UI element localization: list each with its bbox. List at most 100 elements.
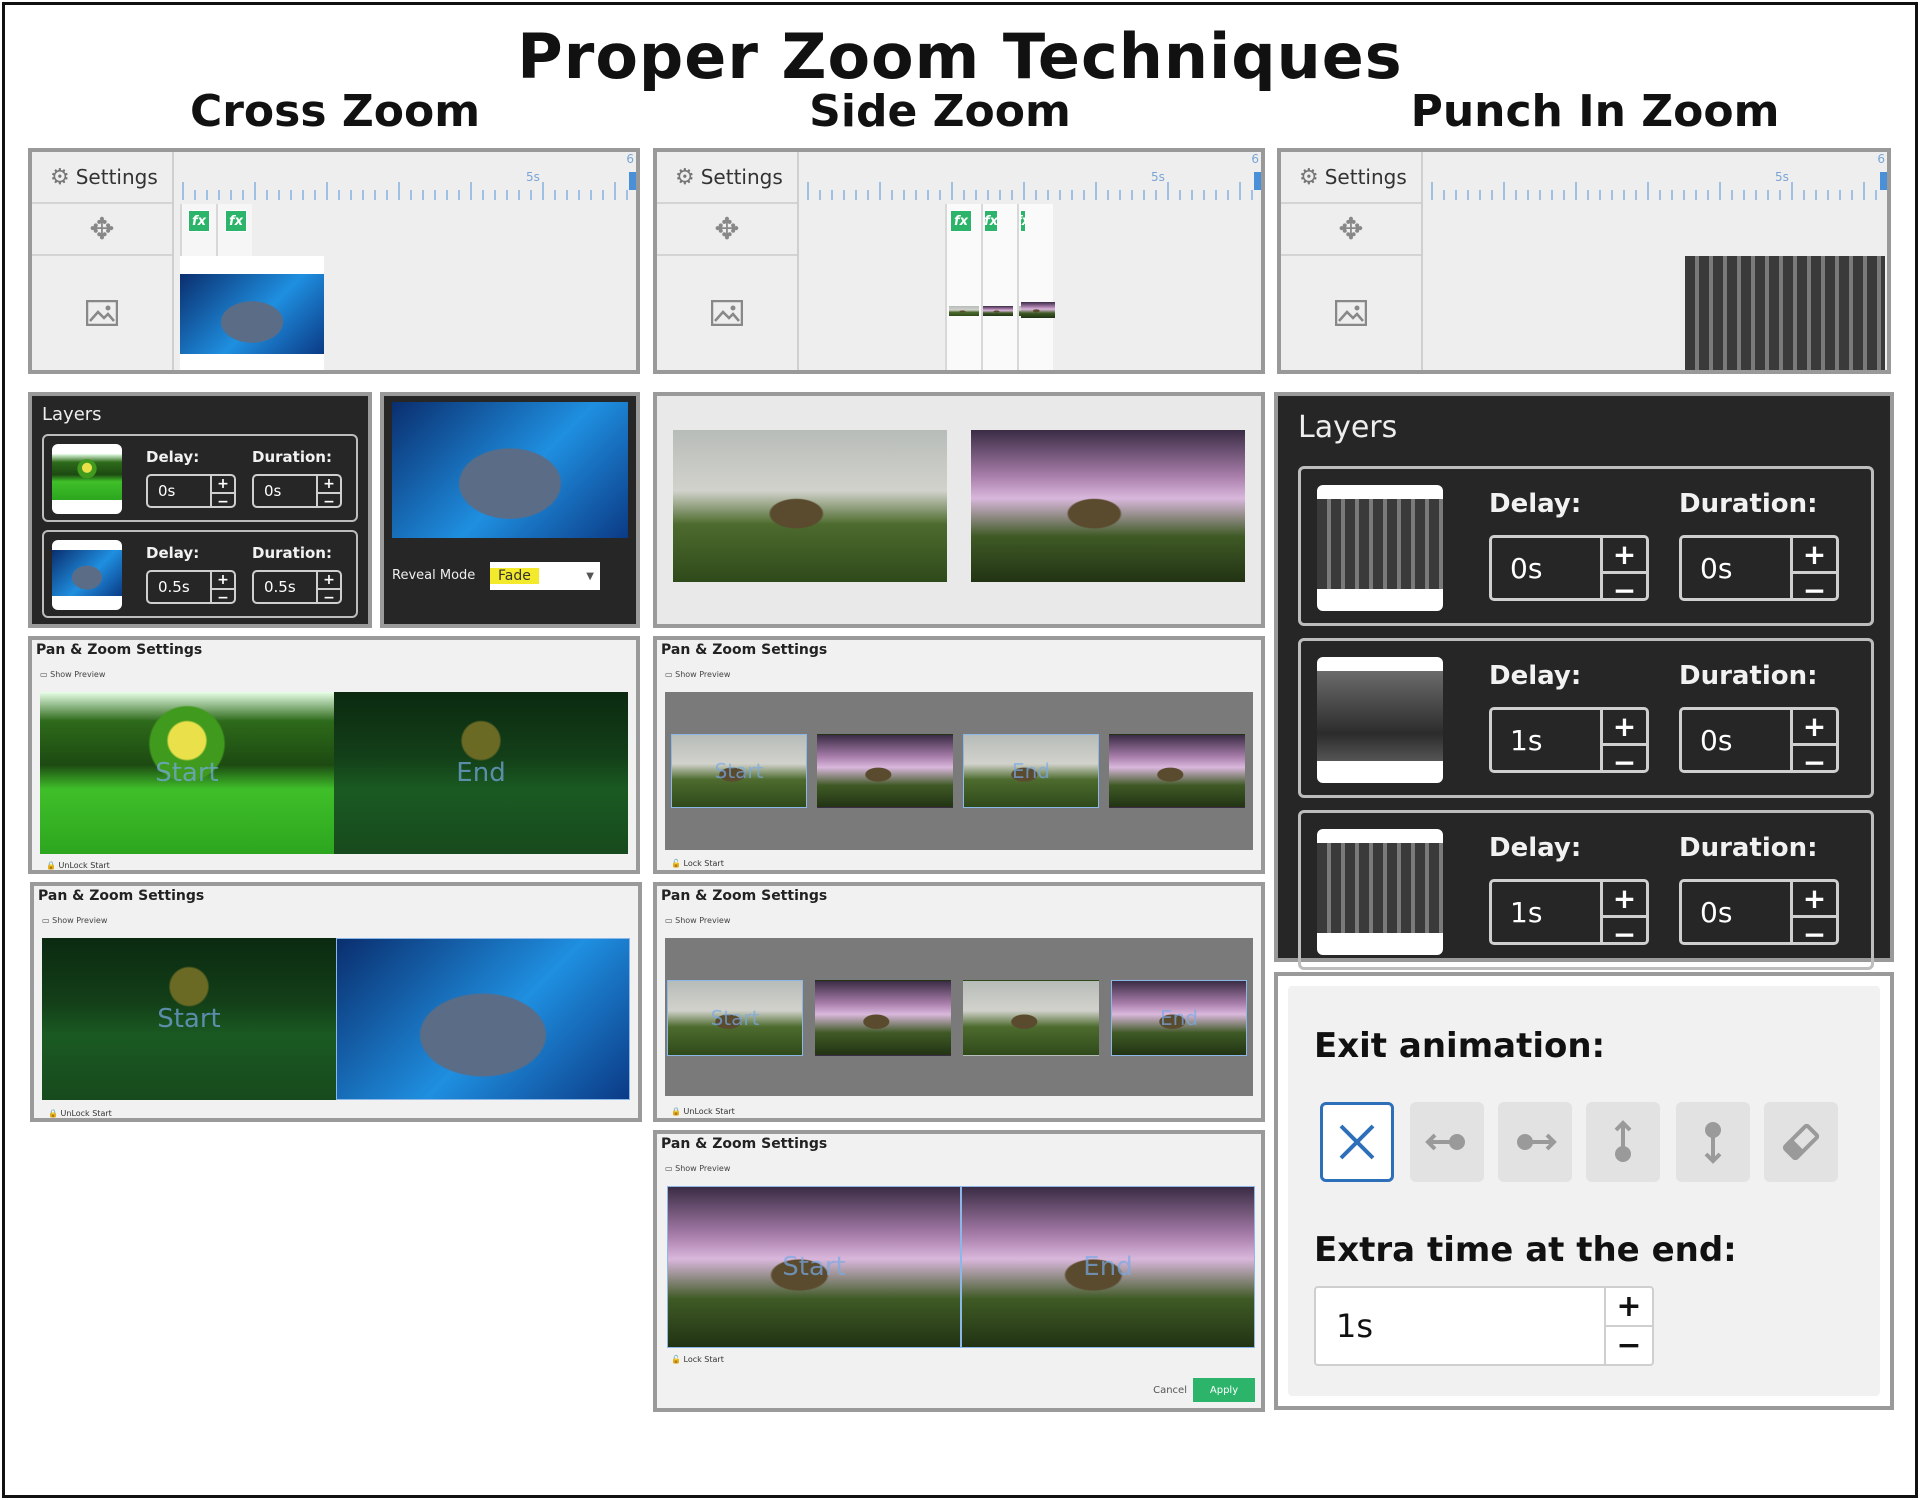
show-preview-toggle[interactable]: ▭ Show Preview: [665, 916, 730, 925]
end-frame[interactable]: End: [963, 734, 1099, 808]
layer-thumbnail[interactable]: [52, 540, 122, 610]
plus-button[interactable]: +: [1793, 710, 1836, 743]
unlock-start-button[interactable]: 🔒 UnLock Start: [48, 1109, 112, 1118]
fx-button[interactable]: fx: [188, 210, 210, 232]
minus-button[interactable]: −: [318, 492, 340, 510]
timeline-image-clip[interactable]: [949, 306, 979, 316]
minus-button[interactable]: −: [212, 492, 234, 510]
plus-button[interactable]: +: [1793, 882, 1836, 915]
duration-stepper[interactable]: 0s + −: [1679, 535, 1839, 607]
layer-row[interactable]: Delay: Duration: 0.5s + − 0.5s + −: [42, 530, 358, 618]
minus-button[interactable]: −: [1603, 915, 1646, 951]
slide-down-icon[interactable]: [1676, 1102, 1750, 1182]
cancel-button[interactable]: Cancel: [1153, 1385, 1187, 1396]
show-preview-toggle[interactable]: ▭ Show Preview: [42, 916, 107, 925]
start-frame[interactable]: Start: [667, 1186, 961, 1348]
delay-stepper[interactable]: 0.5s + −: [146, 570, 236, 606]
settings-button[interactable]: ⚙ Settings: [657, 152, 797, 204]
timeline-image-clip[interactable]: [180, 274, 324, 354]
fx-button[interactable]: fx: [984, 210, 998, 232]
duration-stepper[interactable]: 0s + −: [1679, 879, 1839, 951]
playhead-end[interactable]: [1254, 172, 1261, 190]
none-icon[interactable]: [1320, 1102, 1394, 1182]
scene-thumbnail[interactable]: [817, 734, 953, 808]
minus-button[interactable]: −: [1793, 571, 1836, 607]
fx-button[interactable]: fx: [225, 210, 247, 232]
lock-start-button[interactable]: 🔓 Lock Start: [671, 859, 724, 868]
show-preview-toggle[interactable]: ▭ Show Preview: [665, 670, 730, 679]
duration-stepper[interactable]: 0.5s + −: [252, 570, 342, 606]
minus-button[interactable]: −: [1793, 915, 1836, 951]
minus-button[interactable]: −: [1603, 743, 1646, 779]
show-preview-toggle[interactable]: ▭ Show Preview: [665, 1164, 730, 1173]
layer-row[interactable]: Delay: Duration: 0s + − 0s + −: [42, 434, 358, 522]
layer-thumbnail[interactable]: [1317, 829, 1443, 955]
move-icon[interactable]: ✥: [1281, 204, 1421, 256]
layer-row[interactable]: Delay: Duration: 0s + − 0s + −: [1298, 466, 1874, 626]
start-frame[interactable]: Start: [40, 692, 334, 854]
layer-thumbnail[interactable]: [1317, 485, 1443, 611]
scene-thumbnail[interactable]: [1109, 734, 1245, 808]
layer-row[interactable]: Delay: Duration: 1s + − 0s + −: [1298, 810, 1874, 970]
settings-button[interactable]: ⚙ Settings: [1281, 152, 1421, 204]
unlock-start-button[interactable]: 🔒 UnLock Start: [46, 861, 110, 870]
plus-button[interactable]: +: [1606, 1288, 1652, 1325]
settings-button[interactable]: ⚙ Settings: [32, 152, 172, 204]
move-icon[interactable]: ✥: [32, 204, 172, 256]
duration-stepper[interactable]: 0s + −: [252, 474, 342, 510]
minus-button[interactable]: −: [318, 588, 340, 606]
plus-button[interactable]: +: [212, 476, 234, 492]
fx-button[interactable]: fx: [950, 210, 972, 232]
playhead-end[interactable]: [629, 172, 636, 190]
delay-stepper[interactable]: 0s + −: [1489, 535, 1649, 607]
minus-button[interactable]: −: [1793, 743, 1836, 779]
minus-button[interactable]: −: [1603, 571, 1646, 607]
delay-stepper[interactable]: 1s + −: [1489, 707, 1649, 779]
fx-button[interactable]: fx: [1020, 210, 1026, 232]
plus-button[interactable]: +: [1603, 538, 1646, 571]
eraser-icon[interactable]: [1764, 1102, 1838, 1182]
unlock-start-button[interactable]: 🔒 UnLock Start: [671, 1107, 735, 1116]
move-icon[interactable]: ✥: [657, 204, 797, 256]
delay-stepper[interactable]: 1s + −: [1489, 879, 1649, 951]
end-frame[interactable]: End: [334, 692, 628, 854]
duration-stepper[interactable]: 0s + −: [1679, 707, 1839, 779]
extra-time-stepper[interactable]: 1s + −: [1314, 1286, 1654, 1366]
reveal-mode-select[interactable]: Fade ▼: [490, 562, 600, 590]
plus-button[interactable]: +: [212, 572, 234, 588]
plus-button[interactable]: +: [318, 476, 340, 492]
timeline-image-clip[interactable]: [983, 306, 1013, 316]
end-frame[interactable]: End: [1111, 980, 1247, 1056]
image-icon[interactable]: [711, 300, 743, 326]
scene-thumbnail[interactable]: [815, 980, 951, 1056]
plus-button[interactable]: +: [318, 572, 340, 588]
show-preview-toggle[interactable]: ▭ Show Preview: [40, 670, 105, 679]
layer-thumbnail[interactable]: [1317, 657, 1443, 783]
slide-right-icon[interactable]: [1498, 1102, 1572, 1182]
playhead-end[interactable]: [1880, 172, 1887, 190]
end-frame[interactable]: [336, 938, 630, 1100]
plus-button[interactable]: +: [1793, 538, 1836, 571]
slide-left-icon[interactable]: [1410, 1102, 1484, 1182]
apply-button[interactable]: Apply: [1193, 1378, 1255, 1402]
start-frame[interactable]: Start: [42, 938, 336, 1100]
minus-button[interactable]: −: [1606, 1325, 1652, 1364]
image-icon[interactable]: [86, 300, 118, 326]
plus-button[interactable]: +: [1603, 710, 1646, 743]
lock-start-button[interactable]: 🔓 Lock Start: [671, 1355, 724, 1364]
layer-thumbnail[interactable]: [52, 444, 122, 514]
end-frame[interactable]: End: [961, 1186, 1255, 1348]
delay-stepper[interactable]: 0s + −: [146, 474, 236, 510]
minus-button[interactable]: −: [212, 588, 234, 606]
image-icon[interactable]: [1335, 300, 1367, 326]
timeline-image-clip[interactable]: [1685, 256, 1885, 370]
plus-button[interactable]: +: [1603, 882, 1646, 915]
timeline-ruler[interactable]: [1431, 178, 1879, 200]
start-frame[interactable]: Start: [671, 734, 807, 808]
slide-up-icon[interactable]: [1586, 1102, 1660, 1182]
layer-row[interactable]: Delay: Duration: 1s + − 0s + −: [1298, 638, 1874, 798]
timeline-image-clip[interactable]: [1021, 302, 1055, 318]
timeline-ruler[interactable]: [182, 178, 628, 200]
timeline-ruler[interactable]: [807, 178, 1253, 200]
scene-thumbnail[interactable]: [963, 980, 1099, 1056]
